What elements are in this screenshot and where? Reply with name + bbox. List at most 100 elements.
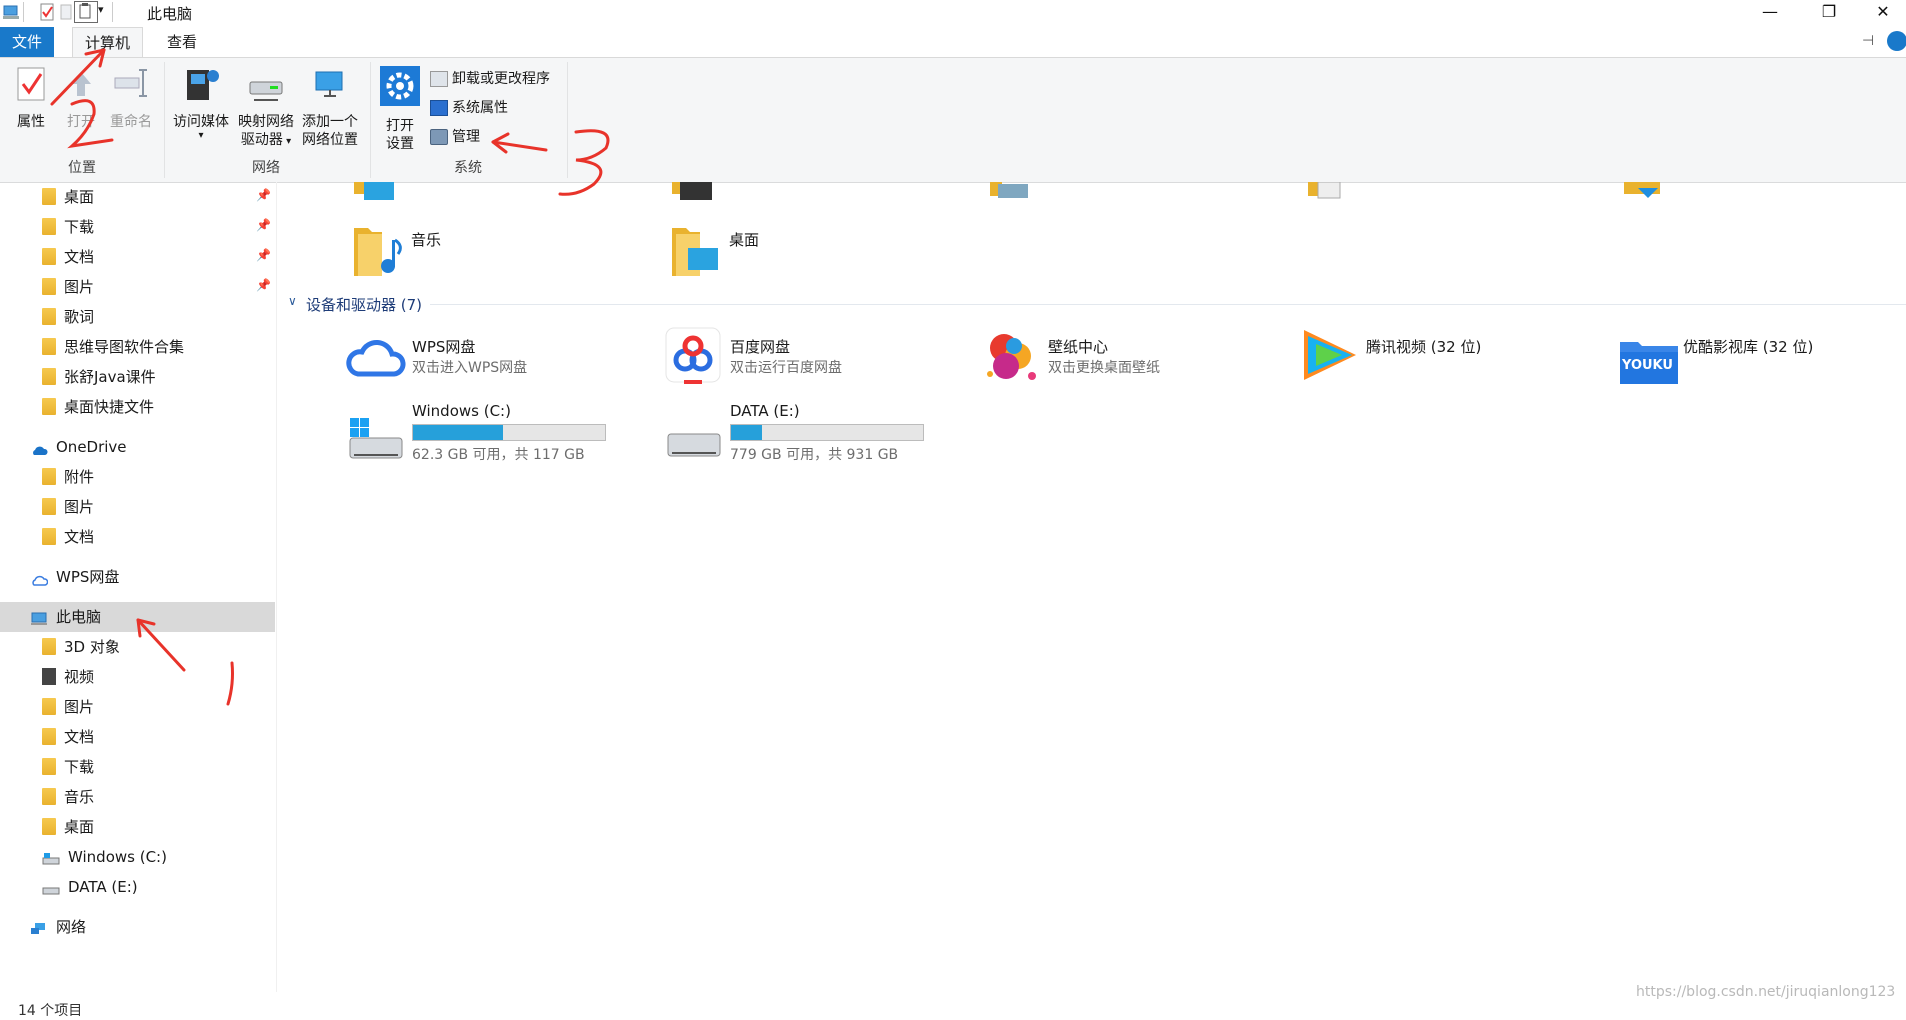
wallpaper-name[interactable]: 壁纸中心 [1048, 336, 1108, 357]
folder-icon [42, 338, 56, 355]
devices-section-header[interactable]: 设备和驱动器 (7) [306, 294, 422, 315]
music-folder-icon [42, 788, 56, 805]
downloads-folder-icon [42, 758, 56, 775]
drive-e-name[interactable]: DATA (E:) [730, 402, 800, 420]
nav-quick-pictures[interactable]: 图片 [42, 274, 94, 300]
pin-ribbon-icon[interactable]: ⊣ [1862, 33, 1874, 49]
ribbon-separator [567, 62, 568, 178]
downloads-folder-icon[interactable] [1624, 182, 1672, 200]
folder-icon [42, 368, 56, 385]
system-properties-button[interactable]: 系统属性 [430, 97, 508, 119]
nav-pc-3d-objects[interactable]: 3D 对象 [42, 634, 120, 660]
restore-button[interactable]: ❐ [1806, 0, 1852, 24]
settings-gear-icon [378, 66, 422, 111]
nav-label: 音乐 [64, 788, 95, 806]
nav-label: 图片 [64, 498, 95, 516]
baidu-netdisk-icon[interactable] [664, 326, 722, 386]
properties-label: 属性 [17, 114, 45, 130]
youku-library-icon[interactable]: YOUKU [1618, 336, 1680, 386]
close-button[interactable]: ✕ [1860, 0, 1906, 24]
clipboard-icon[interactable] [74, 1, 98, 23]
wps-cloud-icon[interactable] [346, 334, 406, 380]
help-icon[interactable] [1887, 31, 1906, 51]
nav-this-pc[interactable]: 此电脑 [30, 604, 101, 630]
nav-pc-drive-c[interactable]: Windows (C:) [42, 844, 167, 870]
pictures-folder-icon [42, 278, 56, 295]
manage-button[interactable]: 管理 [430, 126, 480, 148]
nav-pc-music[interactable]: 音乐 [42, 784, 94, 810]
tab-computer[interactable]: 计算机 [72, 27, 144, 58]
dropdown-arrow-icon: ▾ [198, 130, 204, 141]
pin-icon: 📌 [256, 188, 271, 202]
baidu-drive-name[interactable]: 百度网盘 [730, 336, 790, 357]
nav-label: 文档 [64, 248, 95, 266]
nav-quick-documents[interactable]: 文档 [42, 244, 94, 270]
nav-label: Windows (C:) [68, 848, 167, 866]
rename-button[interactable]: 重命名 [106, 66, 156, 131]
nav-quick-downloads[interactable]: 下载 [42, 214, 94, 240]
folder-icon [42, 398, 56, 415]
nav-label: 附件 [64, 468, 95, 486]
wps-drive-name[interactable]: WPS网盘 [412, 336, 475, 357]
nav-pc-drive-e[interactable]: DATA (E:) [42, 874, 138, 900]
tab-file[interactable]: 文件 [0, 27, 54, 57]
open-button[interactable]: 打开 [60, 66, 102, 131]
properties-button[interactable]: 属性 [8, 66, 54, 131]
nav-onedrive-documents[interactable]: 文档 [42, 524, 94, 550]
properties-icon[interactable] [38, 3, 56, 21]
customize-toolbar-icon[interactable]: ▾ [98, 3, 104, 16]
music-folder-icon[interactable] [352, 222, 406, 278]
nav-network[interactable]: 网络 [30, 914, 86, 940]
nav-onedrive[interactable]: OneDrive [30, 434, 127, 460]
desktop-folder-icon[interactable] [670, 222, 724, 278]
group-system-label: 系统 [454, 160, 482, 176]
3d-objects-folder-icon[interactable] [354, 182, 404, 200]
pin-icon: 📌 [256, 248, 271, 262]
nav-quick-mindmap[interactable]: 思维导图软件合集 [42, 334, 184, 360]
minimize-button[interactable]: — [1747, 0, 1793, 24]
tencent-video-name[interactable]: 腾讯视频 (32 位) [1366, 336, 1481, 357]
nav-label: 3D 对象 [64, 638, 120, 656]
dropdown-arrow-icon: ▾ [282, 136, 292, 147]
uninstall-label: 卸载或更改程序 [452, 71, 550, 87]
nav-quick-desktop[interactable]: 桌面 [42, 184, 94, 210]
folder-music-label[interactable]: 音乐 [411, 229, 441, 250]
tencent-video-icon[interactable] [1298, 326, 1362, 384]
nav-wps-drive[interactable]: WPS网盘 [30, 564, 119, 590]
nav-onedrive-pictures[interactable]: 图片 [42, 494, 94, 520]
nav-quick-java[interactable]: 张舒Java课件 [42, 364, 156, 390]
status-item-count: 14 个项目 [18, 1003, 83, 1019]
rename-icon [106, 66, 156, 107]
data-drive-icon[interactable] [664, 424, 724, 464]
pictures-folder-icon[interactable] [990, 182, 1038, 200]
open-label: 打开 [67, 114, 95, 130]
drive-c-name[interactable]: Windows (C:) [412, 402, 511, 420]
map-network-drive-button[interactable]: 映射网络 驱动器 ▾ [234, 66, 298, 151]
cloud-icon [30, 438, 48, 455]
folder-desktop-label[interactable]: 桌面 [729, 229, 759, 250]
collapse-chevron-icon[interactable]: ∨ [288, 294, 297, 308]
nav-quick-lyrics[interactable]: 歌词 [42, 304, 94, 330]
nav-label: 思维导图软件合集 [64, 338, 185, 356]
nav-pc-desktop[interactable]: 桌面 [42, 814, 94, 840]
open-settings-button[interactable]: 打开 设置 [378, 66, 422, 153]
wallpaper-center-icon[interactable] [982, 326, 1042, 386]
ribbon-tabs: 文件 计算机 查看 ⊣ [0, 27, 1906, 58]
youku-library-name[interactable]: 优酷影视库 (32 位) [1683, 336, 1813, 357]
tab-view[interactable]: 查看 [155, 27, 209, 57]
documents-folder-icon[interactable] [1308, 181, 1356, 200]
nav-pc-documents[interactable]: 文档 [42, 724, 94, 750]
ribbon-separator [164, 62, 165, 178]
nav-pc-videos[interactable]: 视频 [42, 664, 94, 690]
add-network-location-button[interactable]: 添加一个 网络位置 [298, 66, 362, 149]
uninstall-programs-button[interactable]: 卸载或更改程序 [430, 68, 550, 90]
nav-onedrive-attachments[interactable]: 附件 [42, 464, 94, 490]
nav-pc-pictures[interactable]: 图片 [42, 694, 94, 720]
access-media-button[interactable]: 访问媒体 ▾ [170, 66, 232, 141]
windows-drive-icon[interactable] [346, 416, 406, 462]
add-location-label-1: 添加一个 [302, 114, 358, 130]
videos-folder-icon[interactable] [672, 182, 720, 200]
nav-quick-shortcuts[interactable]: 桌面快捷文件 [42, 394, 154, 420]
nav-label: 文档 [64, 528, 95, 546]
nav-pc-downloads[interactable]: 下载 [42, 754, 94, 780]
